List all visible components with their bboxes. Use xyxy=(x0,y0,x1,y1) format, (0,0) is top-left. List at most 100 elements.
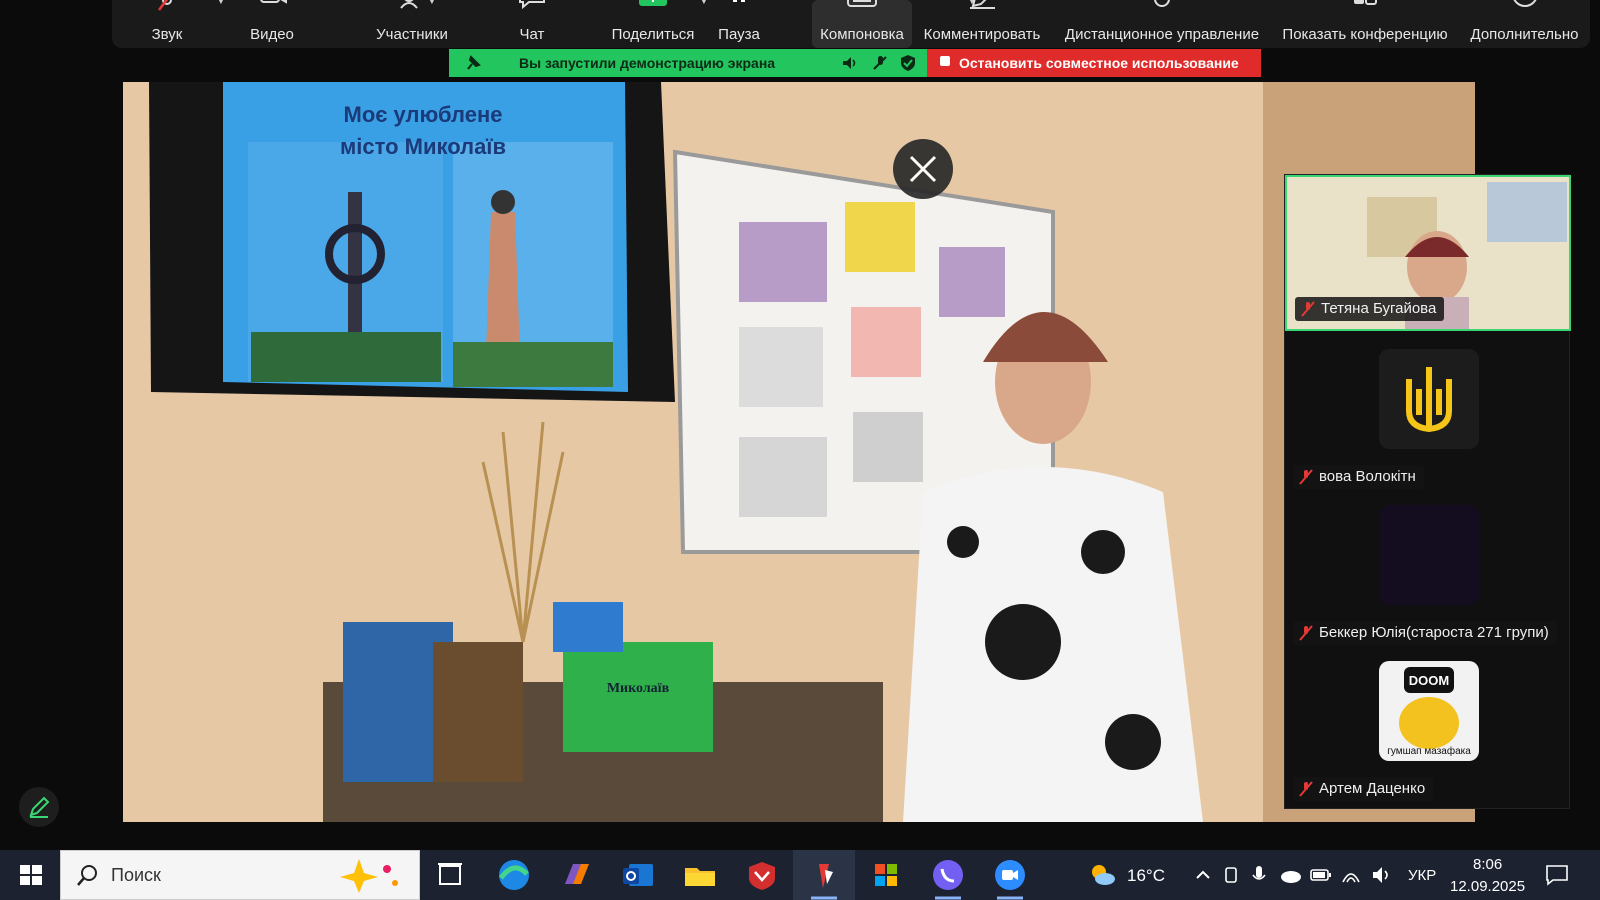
layout-button[interactable]: Компоновка xyxy=(812,0,912,48)
annotate-button[interactable]: Комментировать xyxy=(922,0,1042,48)
notifications-icon[interactable] xyxy=(1545,864,1569,886)
toolbar-label: Участники xyxy=(376,26,448,43)
participant-tile[interactable]: Тетяна Бугайова xyxy=(1285,175,1571,331)
participant-name: вова Волокітн xyxy=(1319,468,1416,485)
participant-name-tag: Беккер Юлія(староста 271 групи) xyxy=(1293,621,1557,645)
weather-icon[interactable] xyxy=(1088,861,1116,889)
toolbar-label: Видео xyxy=(250,26,294,43)
book xyxy=(433,642,523,782)
audio-button[interactable]: ▼ Звук xyxy=(132,0,226,48)
share-screen-icon xyxy=(639,0,667,6)
avatar: DOOM гумшап мазафака xyxy=(1379,661,1479,761)
zoom-app-icon[interactable] xyxy=(979,850,1041,900)
layout-icon xyxy=(847,0,877,7)
wifi-icon[interactable] xyxy=(1340,864,1362,886)
stop-share-label: Остановить совместное использование xyxy=(959,55,1239,71)
battery-icon[interactable] xyxy=(1310,866,1332,884)
search-placeholder: Поиск xyxy=(111,865,161,885)
annotate-floating-button[interactable] xyxy=(19,787,59,827)
participant-name-tag: Артем Даценко xyxy=(1293,777,1434,801)
close-overlay-button[interactable] xyxy=(893,139,953,199)
mcafee-icon[interactable] xyxy=(731,850,793,900)
participant-name: Артем Даценко xyxy=(1319,780,1426,797)
more-dots-icon xyxy=(1512,0,1537,7)
participant-name: Беккер Юлія(староста 271 групи) xyxy=(1319,624,1549,641)
pause-share-button[interactable]: Пауза xyxy=(714,0,764,48)
search-icon xyxy=(77,865,97,886)
mic-muted-icon xyxy=(158,0,172,11)
mouse-icon xyxy=(1154,0,1170,7)
stop-share-button[interactable]: Остановить совместное использование xyxy=(927,49,1261,77)
avatar-image: DOOM гумшап мазафака xyxy=(1387,667,1471,757)
toolbar-label: Чат xyxy=(519,26,545,43)
weather-temperature[interactable]: 16°C xyxy=(1127,866,1165,886)
pinned-app-icon[interactable] xyxy=(793,850,855,900)
outlook-icon[interactable] xyxy=(607,850,669,900)
mic-muted-icon xyxy=(1301,301,1315,317)
mic-muted-icon xyxy=(1299,625,1313,641)
sparkle-icon xyxy=(340,859,398,893)
participants-icon xyxy=(400,0,418,9)
edge-browser-icon[interactable] xyxy=(483,850,545,900)
avatar-caption: гумшап мазафака xyxy=(1387,745,1471,757)
pen-icon xyxy=(970,0,995,9)
share-button[interactable]: Поделиться xyxy=(595,0,711,48)
file-explorer-icon[interactable] xyxy=(669,850,731,900)
chevron-down-icon[interactable]: ▼ xyxy=(216,0,226,7)
microphone-icon[interactable] xyxy=(1250,864,1268,886)
volume-icon[interactable] xyxy=(1370,864,1392,886)
participant-name-tag: Тетяна Бугайова xyxy=(1295,297,1445,321)
shared-video: Моє улюблене місто Миколаїв Миколаїв xyxy=(123,82,1475,822)
more-button[interactable]: Дополнительно xyxy=(1467,0,1582,48)
avatar xyxy=(1379,349,1479,449)
mic-muted-icon xyxy=(1299,781,1313,797)
pencil-icon xyxy=(29,796,50,818)
onedrive-cloud-icon[interactable] xyxy=(1278,866,1302,884)
viber-icon[interactable] xyxy=(917,850,979,900)
copilot-icon[interactable] xyxy=(545,850,607,900)
chevron-up-icon[interactable] xyxy=(1194,866,1212,884)
share-status-banner[interactable]: Вы запустили демонстрацию экрана xyxy=(449,49,927,77)
zoom-screen: ▼ Звук ▼ Видео ▼ Участники ▼ Чат Поделит… xyxy=(0,0,1600,900)
video-camera-icon xyxy=(260,0,287,4)
speaker-icon[interactable] xyxy=(841,54,859,72)
toolbar-label: Поделиться xyxy=(611,26,695,43)
shield-icon[interactable] xyxy=(899,54,917,72)
video-button[interactable]: ▼ Видео xyxy=(237,0,437,48)
participants-button[interactable]: ▼ Участники xyxy=(357,0,709,48)
clock-time[interactable]: 8:06 xyxy=(1473,856,1502,873)
remote-control-button[interactable]: Дистанционное управление xyxy=(1062,0,1262,48)
input-language[interactable]: УКР xyxy=(1408,867,1436,884)
task-view-icon[interactable] xyxy=(420,850,482,900)
mic-muted-icon[interactable] xyxy=(871,54,889,72)
device-icon[interactable] xyxy=(1222,866,1240,884)
chat-button[interactable]: ▼ Чат xyxy=(510,0,977,48)
participant-tile[interactable]: DOOM гумшап мазафака Артем Даценко xyxy=(1285,653,1571,809)
participants-panel: Тетяна Бугайова вова Волокітн Беккер Юлі… xyxy=(1284,174,1571,809)
meeting-toolbar: ▼ Звук ▼ Видео ▼ Участники ▼ Чат Поделит… xyxy=(112,0,1590,48)
windows-icon xyxy=(1354,0,1377,5)
book-title: Миколаїв xyxy=(607,681,670,696)
share-status-text: Вы запустили демонстрацию экрана xyxy=(519,55,776,71)
toolbar-label: Дистанционное управление xyxy=(1064,26,1260,43)
participant-tile[interactable]: вова Волокітн xyxy=(1285,341,1571,497)
toolbar-label: Компоновка xyxy=(820,26,904,43)
taskbar-search-box[interactable]: Поиск xyxy=(60,850,420,900)
trident-icon xyxy=(1406,367,1452,433)
participant-name: Тетяна Бугайова xyxy=(1321,300,1437,317)
clock-date[interactable]: 12.09.2025 xyxy=(1450,878,1525,895)
toolbar-label: Дополнительно xyxy=(1470,26,1579,43)
mic-muted-icon xyxy=(1299,469,1313,485)
video-scene: Моє улюблене місто Миколаїв Миколаїв xyxy=(123,82,1475,822)
pin-icon[interactable] xyxy=(465,55,481,71)
avatar-text: DOOM xyxy=(1409,673,1449,688)
stop-icon xyxy=(940,56,950,66)
microsoft-store-icon[interactable] xyxy=(855,850,917,900)
slide-title-line1: Моє улюблене xyxy=(344,102,503,127)
participant-name-tag: вова Волокітн xyxy=(1293,465,1424,489)
toolbar-label: Звук xyxy=(151,26,183,43)
participant-tile[interactable]: Беккер Юлія(староста 271 групи) xyxy=(1285,497,1571,653)
windows-start-icon[interactable] xyxy=(0,850,62,900)
toolbar-label: Пауза xyxy=(718,26,760,43)
show-meeting-button[interactable]: Показать конференцию xyxy=(1280,0,1450,48)
